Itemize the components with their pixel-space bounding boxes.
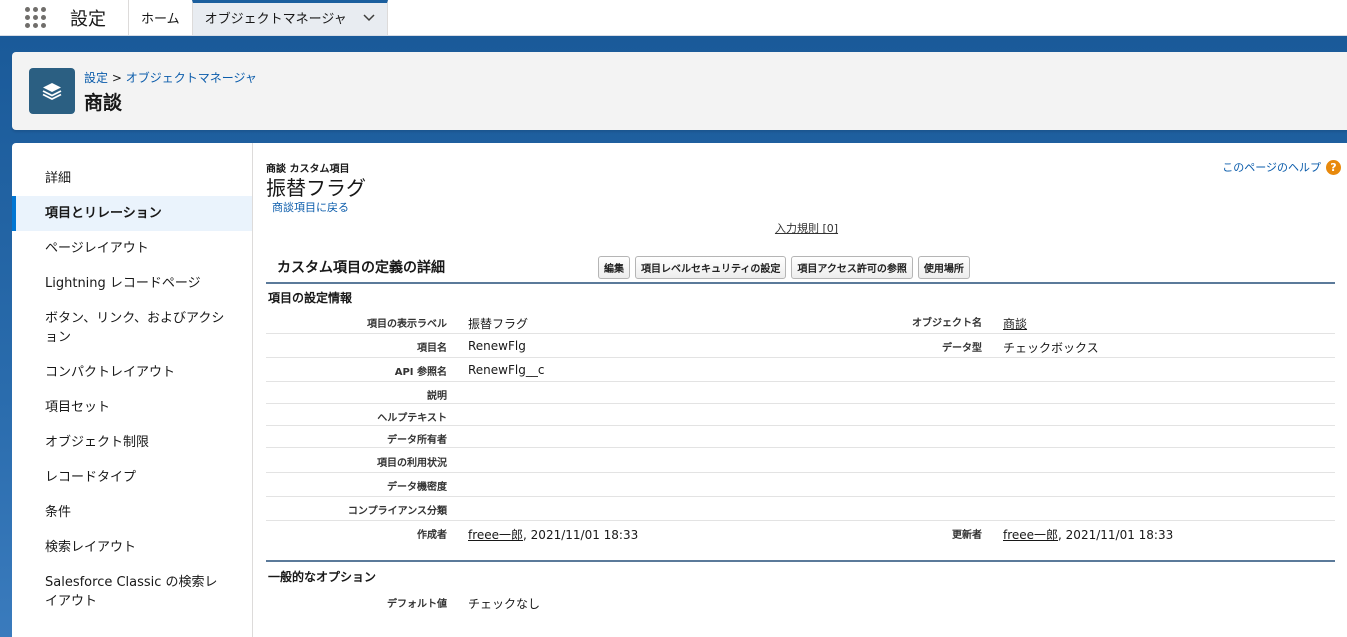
page-header: 設定 > オブジェクトマネージャ 商談	[12, 52, 1347, 130]
chevron-down-icon[interactable]	[363, 11, 375, 25]
definition-section-header: カスタム項目の定義の詳細 編集 項目レベルセキュリティの設定 項目アクセス許可の…	[266, 251, 1335, 283]
table-row: データ機密度	[266, 473, 1335, 497]
help-link[interactable]: このページのヘルプ ?	[1222, 159, 1341, 175]
sidebar-item-record-types[interactable]: レコードタイプ	[12, 460, 252, 495]
sidebar-item-buttons-links-actions[interactable]: ボタン、リンク、およびアクション	[12, 301, 252, 355]
row-label: オブジェクト名	[912, 318, 982, 329]
table-row: 項目の表示ラベル 振替フラグ オブジェクト名 商談	[266, 311, 1335, 334]
sidebar-item-details[interactable]: 詳細	[12, 161, 252, 196]
row-value: 振替フラグ	[468, 317, 529, 331]
edit-button[interactable]: 編集	[598, 256, 630, 279]
where-is-this-used-button[interactable]: 使用場所	[917, 256, 970, 279]
tab-object-manager[interactable]: オブジェクトマネージャ	[191, 0, 388, 35]
validation-rules-link[interactable]: 入力規則 [0]	[775, 222, 838, 235]
row-label: データ型	[942, 343, 982, 354]
row-label: デフォルト値	[387, 599, 447, 610]
row-label: コンプライアンス分類	[347, 506, 447, 517]
table-row: デフォルト値 チェックなし	[266, 589, 1335, 615]
breadcrumb-setup-link[interactable]: 設定	[84, 71, 108, 85]
table-row: コンプライアンス分類	[266, 497, 1335, 521]
table-row: データ所有者	[266, 426, 1335, 448]
page-title: 商談	[84, 92, 123, 114]
tab-object-manager-label: オブジェクトマネージャ	[204, 12, 347, 27]
set-field-level-security-button[interactable]: 項目レベルセキュリティの設定	[635, 256, 787, 279]
modified-date: , 2021/11/01 18:33	[1058, 528, 1174, 542]
settings-heading: 項目の設定情報	[268, 291, 353, 305]
row-label: 項目の利用状況	[377, 458, 447, 469]
sidebar-item-conditions[interactable]: 条件	[12, 495, 252, 530]
row-label: ヘルプテキスト	[377, 413, 447, 424]
table-row: API 参照名 RenewFlg__c	[266, 358, 1335, 382]
row-label: 説明	[427, 391, 447, 402]
modified-by-value: freee一郎, 2021/11/01 18:33	[1003, 526, 1173, 543]
sidebar-item-page-layouts[interactable]: ページレイアウト	[12, 231, 252, 266]
sidebar-item-search-layouts[interactable]: 検索レイアウト	[12, 530, 252, 565]
row-label: データ所有者	[387, 435, 447, 446]
sidebar-item-compact-layouts[interactable]: コンパクトレイアウト	[12, 355, 252, 390]
table-row: ヘルプテキスト	[266, 404, 1335, 426]
breadcrumb: 設定 > オブジェクトマネージャ	[84, 69, 257, 86]
sidebar-item-classic-search-layouts[interactable]: Salesforce Classic の検索レイアウト	[12, 565, 252, 619]
sidebar-item-field-sets[interactable]: 項目セット	[12, 390, 252, 425]
row-label: データ機密度	[387, 482, 447, 493]
row-label: 作成者	[417, 530, 447, 541]
main-panel: 詳細 項目とリレーション ページレイアウト Lightning レコードページ …	[12, 143, 1347, 637]
row-label: 項目名	[417, 343, 447, 354]
app-name: 設定	[70, 8, 106, 30]
breadcrumb-object-manager-link[interactable]: オブジェクトマネージャ	[126, 71, 257, 85]
options-heading: 一般的なオプション	[268, 570, 377, 584]
breadcrumb-separator: >	[111, 71, 122, 85]
row-value: チェックなし	[468, 597, 541, 611]
row-label: API 参照名	[394, 367, 447, 378]
sidebar-item-object-limits[interactable]: オブジェクト制限	[12, 425, 252, 460]
app-launcher-button[interactable]	[0, 0, 70, 35]
modified-by-user-link[interactable]: freee一郎	[1003, 528, 1058, 542]
table-row: 項目名 RenewFlg データ型 チェックボックス	[266, 334, 1335, 358]
row-label: 更新者	[952, 530, 982, 541]
help-link-label: このページのヘルプ	[1222, 161, 1321, 174]
sidebar-item-fields-relationships[interactable]: 項目とリレーション	[12, 196, 252, 231]
section-title: カスタム項目の定義の詳細	[277, 260, 445, 276]
app-launcher-icon	[24, 7, 46, 28]
section-divider	[266, 282, 1335, 284]
table-row: 作成者 freee一郎, 2021/11/01 18:33 更新者 freee一…	[266, 521, 1335, 547]
created-date: , 2021/11/01 18:33	[523, 528, 639, 542]
created-by-value: freee一郎, 2021/11/01 18:33	[468, 526, 638, 543]
back-to-fields-link[interactable]: 商談項目に戻る	[272, 199, 349, 215]
section-divider	[266, 560, 1335, 562]
table-row: 項目の利用状況	[266, 448, 1335, 473]
table-row: 説明	[266, 382, 1335, 404]
row-value: RenewFlg__c	[468, 363, 545, 377]
sidebar: 詳細 項目とリレーション ページレイアウト Lightning レコードページ …	[12, 143, 253, 637]
object-name-link[interactable]: 商談	[1003, 315, 1027, 332]
row-value: RenewFlg	[468, 339, 526, 353]
view-field-accessibility-button[interactable]: 項目アクセス許可の参照	[791, 256, 913, 279]
validation-rules-link-wrap: 入力規則 [0]	[266, 220, 1347, 236]
tab-home[interactable]: ホーム	[128, 0, 192, 35]
sidebar-item-lightning-record-pages[interactable]: Lightning レコードページ	[12, 266, 252, 301]
row-value: チェックボックス	[1003, 341, 1099, 355]
help-icon: ?	[1326, 159, 1341, 175]
field-detail: 商談 カスタム項目 振替フラグ 商談項目に戻る このページのヘルプ ? 入力規則…	[266, 143, 1347, 637]
row-label: 項目の表示ラベル	[367, 319, 447, 330]
button-bar: 編集 項目レベルセキュリティの設定 項目アクセス許可の参照 使用場所	[598, 256, 975, 279]
created-by-user-link[interactable]: freee一郎	[468, 528, 523, 542]
layers-icon	[29, 68, 75, 114]
field-title: 振替フラグ	[266, 176, 366, 200]
global-nav: 設定 ホーム オブジェクトマネージャ	[0, 0, 1347, 36]
